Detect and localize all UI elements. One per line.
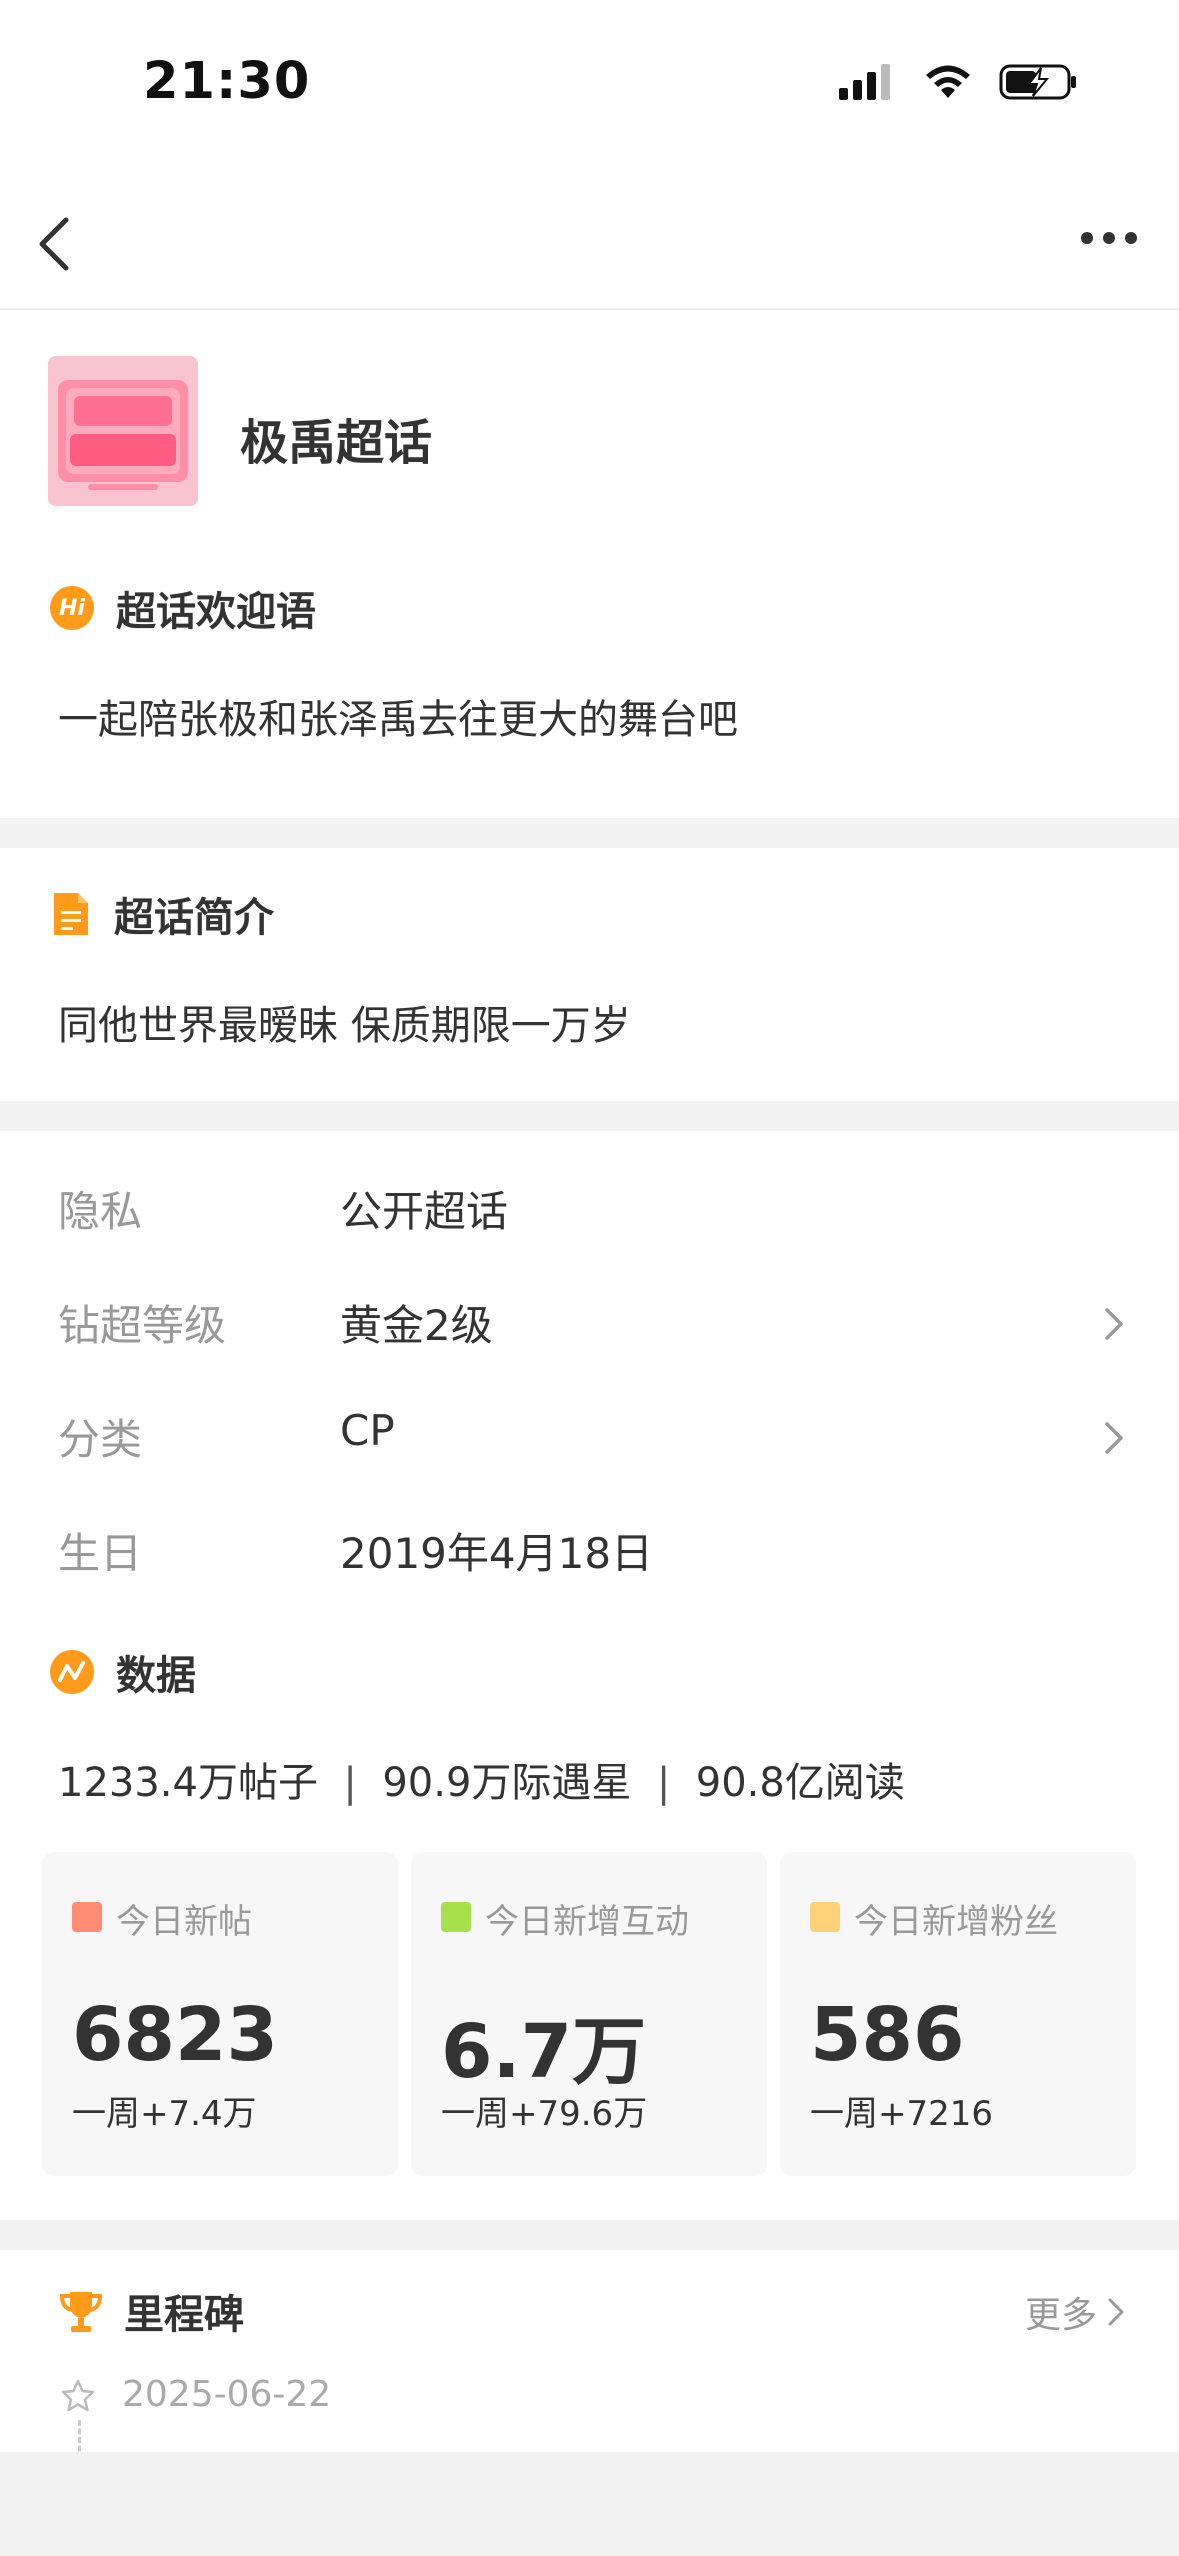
- milestone-date: 2025-06-22: [122, 2374, 332, 2415]
- milestones-title: 里程碑: [124, 2292, 244, 2338]
- status-bar: 21:30: [0, 0, 1179, 150]
- info-value: 公开超话: [340, 1187, 509, 1236]
- cellular-signal-icon: [839, 64, 890, 100]
- more-label: 更多: [1024, 2295, 1097, 2336]
- navigation-bar: [0, 180, 1179, 310]
- milestones-more-link[interactable]: 更多: [1025, 2286, 1127, 2338]
- info-row-category[interactable]: 分类 CP: [0, 1406, 1179, 1486]
- welcome-heading-label: 超话欢迎语: [116, 589, 316, 635]
- card-label: 今日新帖: [116, 1902, 252, 1942]
- info-value: CP: [340, 1406, 395, 1455]
- card-week: 一周+7216: [810, 2094, 994, 2134]
- info-row-level[interactable]: 钻超等级 黄金2级: [0, 1292, 1179, 1372]
- stat-card-new-interactions[interactable]: 今日新增互动 6.7万 一周+79.6万: [411, 1852, 767, 2176]
- topic-avatar: [48, 356, 198, 506]
- document-icon: [54, 893, 88, 935]
- status-time: 21:30: [143, 52, 311, 111]
- info-value: 2019年4月18日: [340, 1529, 654, 1578]
- wifi-icon: [926, 65, 970, 98]
- card-color-dot: [441, 1902, 471, 1932]
- intro-heading-label: 超话简介: [114, 895, 274, 941]
- intro-text: 同他世界最暧昧 保质期限一万岁: [58, 1003, 631, 1049]
- info-row-birthday: 生日 2019年4月18日: [0, 1520, 1179, 1600]
- topic-title: 极禹超话: [240, 415, 433, 471]
- posts-count: 1233.4万帖子: [58, 1760, 318, 1806]
- separator: |: [343, 1760, 357, 1806]
- star-outline-icon: [61, 2379, 95, 2412]
- status-icons: [839, 62, 1079, 102]
- separator: |: [656, 1760, 671, 1806]
- timeline-line: [78, 2420, 81, 2452]
- milestones-heading: 里程碑: [58, 2282, 244, 2340]
- welcome-heading: Hi 超话欢迎语: [50, 579, 316, 637]
- battery-charging-icon: [999, 64, 1076, 100]
- info-key: 分类: [58, 1415, 143, 1464]
- back-arrow-icon[interactable]: [30, 212, 78, 276]
- hi-icon: Hi: [50, 586, 94, 630]
- data-trend-icon: [50, 1650, 94, 1694]
- welcome-text: 一起陪张极和张泽禹去往更大的舞台吧: [58, 697, 738, 743]
- stat-card-new-fans[interactable]: 今日新增粉丝 586 一周+7216: [780, 1852, 1136, 2176]
- card-value: 6.7万: [441, 2009, 647, 2095]
- card-week: 一周+7.4万: [72, 2094, 257, 2134]
- card-label: 今日新增粉丝: [854, 1902, 1058, 1942]
- intro-heading: 超话简介: [50, 885, 274, 943]
- info-key: 隐私: [58, 1187, 143, 1236]
- topic-info-page: 21:30 极禹超话 Hi 超话欢迎语 一起陪张极和张泽禹去往更大的舞台吧 超话…: [0, 0, 1179, 2452]
- info-value: 黄金2级: [340, 1301, 493, 1350]
- stars-count: 90.9万际遇星: [382, 1760, 632, 1806]
- card-color-dot: [72, 1902, 102, 1932]
- stat-card-new-posts[interactable]: 今日新帖 6823 一周+7.4万: [42, 1852, 398, 2176]
- section-divider: [0, 818, 1179, 848]
- card-color-dot: [810, 1902, 840, 1932]
- info-row-privacy: 隐私 公开超话: [0, 1178, 1179, 1258]
- more-options-icon[interactable]: [1081, 232, 1137, 244]
- info-key: 钻超等级: [58, 1301, 227, 1350]
- section-divider: [0, 2220, 1179, 2250]
- chevron-right-icon: [1105, 1308, 1123, 1340]
- chevron-right-icon: [1105, 1422, 1123, 1454]
- card-value: 586: [810, 1992, 965, 2078]
- card-value: 6823: [72, 1992, 278, 2078]
- card-label: 今日新增互动: [485, 1902, 689, 1942]
- card-week: 一周+79.6万: [441, 2094, 648, 2134]
- data-heading: 数据: [50, 1643, 196, 1701]
- chevron-right-icon: [1108, 2298, 1124, 2326]
- data-summary: 1233.4万帖子 | 90.9万际遇星 | 90.8亿阅读: [58, 1750, 905, 1808]
- data-heading-label: 数据: [116, 1653, 196, 1699]
- info-key: 生日: [58, 1529, 143, 1578]
- milestone-item: 粉丝破20万: [122, 2440, 333, 2452]
- trophy-icon: [59, 2292, 103, 2332]
- section-divider: [0, 1101, 1179, 1131]
- reads-count: 90.8亿阅读: [695, 1760, 905, 1806]
